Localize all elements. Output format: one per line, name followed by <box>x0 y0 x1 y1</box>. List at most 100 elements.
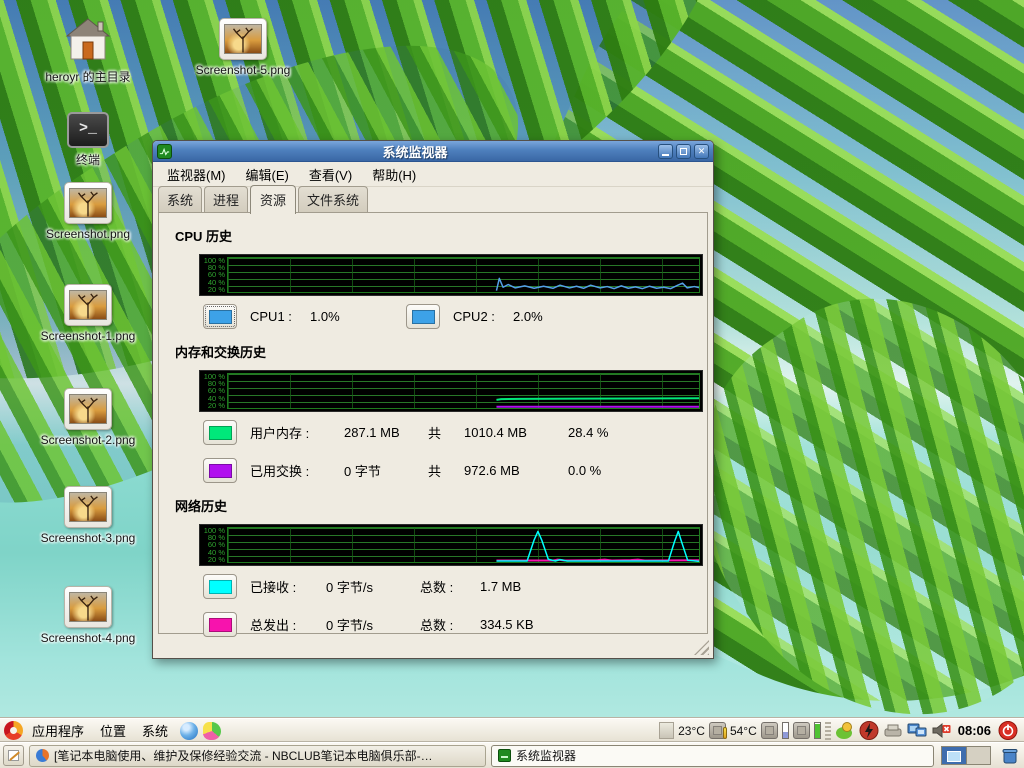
memory-history-graph: 100 %80 %60 %40 %20 % <box>199 370 703 412</box>
window-titlebar[interactable]: 系统监视器 ✕ <box>153 141 713 162</box>
received-color-button[interactable] <box>203 574 237 599</box>
show-desktop-button[interactable] <box>3 745 24 766</box>
system-menu[interactable]: 系统 <box>135 719 175 742</box>
workspace-1[interactable] <box>942 747 966 764</box>
shutdown-button-icon[interactable] <box>998 721 1018 740</box>
ubuntu-logo-icon[interactable] <box>4 721 23 740</box>
memory-graph-plot <box>227 373 700 409</box>
menu-monitor[interactable]: 监视器(M) <box>159 162 234 187</box>
resize-grip[interactable] <box>694 640 709 655</box>
panel-handle[interactable] <box>825 722 831 740</box>
used-swap-color-swatch <box>209 464 232 478</box>
network-graph-axis: 100 %80 %60 %40 %20 % <box>200 525 227 565</box>
task-button-system-monitor[interactable]: 系统监视器 <box>491 745 934 767</box>
cpu-thermometer-icon[interactable] <box>709 722 726 739</box>
user-memory-of: 共 <box>428 423 464 442</box>
user-memory-total: 1010.4 MB <box>464 425 568 440</box>
cpu1-color-swatch <box>209 310 232 324</box>
sent-color-button[interactable] <box>203 612 237 637</box>
menu-view[interactable]: 查看(V) <box>301 162 360 187</box>
cpu1-value: 1.0% <box>310 309 366 324</box>
cpu1-label: CPU1 : <box>250 309 310 324</box>
sent-legend: 总发出 : 0 字节/s 总数 : 334.5 KB <box>203 612 691 637</box>
volume-muted-icon[interactable] <box>931 721 951 740</box>
trash-icon[interactable] <box>1000 746 1020 765</box>
used-swap-value: 0 字节 <box>344 461 428 480</box>
used-swap-of: 共 <box>428 461 464 480</box>
system-tray: 23°C 54°C 08:06 <box>659 721 1020 740</box>
desktop-icon-screenshot[interactable]: Screenshot.png <box>36 182 140 241</box>
used-swap-percent: 0.0 % <box>568 463 601 478</box>
user-memory-value: 287.1 MB <box>344 425 428 440</box>
desktop-icon-screenshot-1[interactable]: Screenshot-1.png <box>36 284 140 343</box>
firefox-icon <box>36 749 49 762</box>
window-title: 系统监视器 <box>176 142 654 161</box>
received-label: 已接收 : <box>250 577 326 596</box>
desktop-icon-screenshot-5[interactable]: Screenshot-5.png <box>191 18 295 77</box>
network-history-graph: 100 %80 %60 %40 %20 % <box>199 524 703 566</box>
memory-section-title: 内存和交换历史 <box>175 342 691 361</box>
sent-color-swatch <box>209 618 232 632</box>
workspace-2[interactable] <box>966 747 990 764</box>
desktop-icon-label: 终端 <box>36 151 140 168</box>
app-launcher-icon[interactable] <box>203 722 221 740</box>
maximize-button[interactable] <box>676 144 691 159</box>
used-swap-total: 972.6 MB <box>464 463 568 478</box>
system-monitor-icon <box>157 144 172 159</box>
tab-resources[interactable]: 资源 <box>250 185 296 214</box>
task-button-firefox[interactable]: [笔记本电脑使用、维护及保修经验交流 - NBCLUB笔记本电脑俱乐部-… <box>29 745 486 767</box>
applet-icon[interactable] <box>659 722 674 739</box>
cpu-section-title: CPU 历史 <box>175 226 691 245</box>
menu-help[interactable]: 帮助(H) <box>364 162 424 187</box>
desktop-icon-screenshot-2[interactable]: Screenshot-2.png <box>36 388 140 447</box>
user-memory-color-swatch <box>209 426 232 440</box>
terminal-icon: >_ <box>67 112 109 148</box>
cpu-sensor-icon[interactable] <box>761 722 778 739</box>
cpu2-color-swatch <box>412 310 435 324</box>
cpu1-color-button[interactable] <box>203 304 237 329</box>
network-monitor-icon[interactable] <box>907 721 927 740</box>
user-memory-label: 用户内存 : <box>250 423 344 442</box>
browser-launcher-icon[interactable] <box>180 722 198 740</box>
minimize-button[interactable] <box>658 144 673 159</box>
applications-menu[interactable]: 应用程序 <box>25 719 91 742</box>
network-section: 网络历史 100 %80 %60 %40 %20 % 已接收 : 0 字节/s … <box>175 496 691 637</box>
user-memory-color-button[interactable] <box>203 420 237 445</box>
image-thumbnail-icon <box>64 486 112 528</box>
printer-icon[interactable] <box>883 721 903 740</box>
home-icon <box>65 18 111 60</box>
tab-processes[interactable]: 进程 <box>204 186 248 213</box>
desktop-icon-home[interactable]: heroyr 的主目录 <box>36 18 140 85</box>
cpu2-color-button[interactable] <box>406 304 440 329</box>
image-thumbnail-icon <box>219 18 267 60</box>
received-total-label: 总数 : <box>420 577 480 596</box>
cpu2-value: 2.0% <box>513 309 569 324</box>
used-swap-legend: 已用交换 : 0 字节 共 972.6 MB 0.0 % <box>203 458 691 483</box>
resources-page: CPU 历史 100 %80 %60 %40 %20 % CPU1 : 1.0%… <box>158 212 708 634</box>
power-manager-icon[interactable] <box>859 721 879 740</box>
close-button[interactable]: ✕ <box>694 144 709 159</box>
received-total: 1.7 MB <box>480 579 521 594</box>
places-menu[interactable]: 位置 <box>93 719 133 742</box>
sent-total-label: 总数 : <box>420 615 480 634</box>
desktop-icon-terminal[interactable]: >_ 终端 <box>36 112 140 168</box>
cpu-history-graph: 100 %80 %60 %40 %20 % <box>199 254 703 296</box>
network-section-title: 网络历史 <box>175 496 691 515</box>
workspace-switcher <box>941 746 991 765</box>
tab-system[interactable]: 系统 <box>158 186 202 213</box>
received-color-swatch <box>209 580 232 594</box>
image-thumbnail-icon <box>64 586 112 628</box>
clock[interactable]: 08:06 <box>955 723 994 738</box>
used-swap-color-button[interactable] <box>203 458 237 483</box>
tab-filesystems[interactable]: 文件系统 <box>298 186 368 213</box>
cpu-sensor-icon[interactable] <box>793 722 810 739</box>
image-thumbnail-icon <box>64 284 112 326</box>
notification-icon[interactable] <box>835 721 855 740</box>
desktop-icon-screenshot-3[interactable]: Screenshot-3.png <box>36 486 140 545</box>
received-legend: 已接收 : 0 字节/s 总数 : 1.7 MB <box>203 574 691 599</box>
desktop-icon-screenshot-4[interactable]: Screenshot-4.png <box>36 586 140 645</box>
sent-value: 0 字节/s <box>326 615 420 634</box>
desktop-icon-label: Screenshot-4.png <box>36 631 140 645</box>
menu-edit[interactable]: 编辑(E) <box>238 162 297 187</box>
desktop-icon-label: Screenshot-3.png <box>36 531 140 545</box>
